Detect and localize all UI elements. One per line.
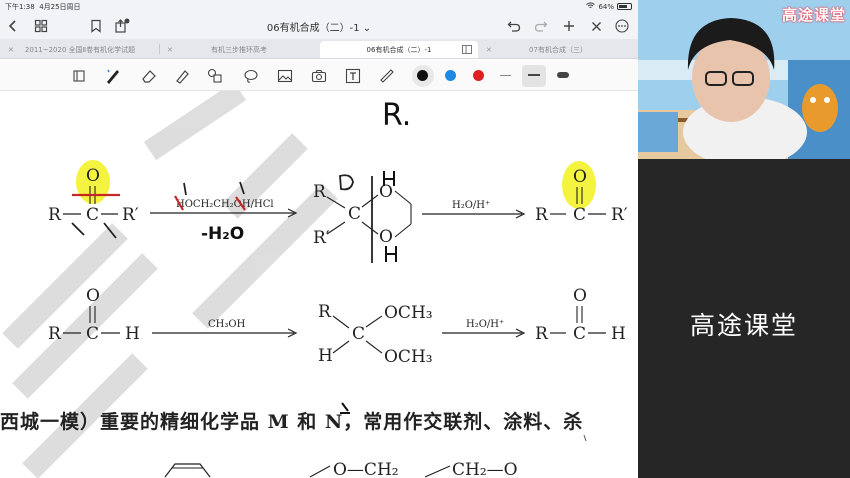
ink-H-bottom: [385, 246, 397, 262]
tab-item-active[interactable]: 06有机合成（二）-1: [320, 41, 478, 58]
more-icon[interactable]: [613, 17, 631, 35]
highlighter-icon[interactable]: [172, 66, 192, 86]
question-text: 西城一模）重要的精细化学品 M 和 N，常用作交联剂、涂料、杀: [0, 411, 584, 433]
image-icon[interactable]: [275, 66, 295, 86]
wifi-icon: [586, 2, 596, 11]
back-icon[interactable]: [4, 17, 22, 35]
ink-bond-right: [103, 222, 117, 239]
color-swatch-black[interactable]: [417, 70, 428, 81]
status-date: 4月25日周日: [39, 3, 81, 11]
shapes-icon[interactable]: [205, 66, 225, 86]
ruler-icon[interactable]: [377, 66, 397, 86]
document-title[interactable]: 06有机合成（二）-1 ⌄: [267, 23, 371, 34]
stroke-medium-selected-bg: [522, 65, 546, 87]
share-icon[interactable]: [113, 17, 131, 35]
chevron-down-icon: ⌄: [362, 23, 372, 34]
video-logo: 高途课堂: [781, 6, 846, 24]
color-swatch-blue[interactable]: [445, 70, 456, 81]
camera-icon[interactable]: [309, 66, 329, 86]
tab-divider: [159, 44, 160, 54]
notes-app: 下午1:38 4月25日周日 64% 06有机合成（二）-1 ⌄ ✕ 2011~…: [0, 0, 638, 478]
ink-strike-h1: [174, 195, 184, 211]
ink-H-top: [383, 171, 395, 186]
eraser-icon[interactable]: [139, 66, 159, 86]
ink-bond-left: [71, 222, 85, 236]
document-page[interactable]: R C R′ O HOCH₂CH₂OH/HCl R R′ C O O H₂O/H…: [0, 91, 638, 478]
tab-close-icon[interactable]: ✕: [8, 46, 14, 54]
pen-icon[interactable]: [103, 66, 123, 86]
nav-bar: 06有机合成（二）-1 ⌄: [0, 12, 638, 39]
drawing-toolbar: [0, 60, 638, 91]
mascot-icon: [802, 84, 838, 132]
tab-item[interactable]: ✕ 有机三步推环高考: [161, 41, 317, 58]
stroke-thin-option[interactable]: [500, 75, 511, 76]
add-page-icon[interactable]: [560, 17, 578, 35]
color-swatch-red[interactable]: [473, 70, 484, 81]
tab-item[interactable]: ✕ 07有机合成（三）: [480, 41, 636, 58]
ink-top-R: R.: [382, 98, 411, 133]
battery-percent: 64%: [598, 2, 614, 11]
redo-icon[interactable]: [532, 17, 550, 35]
tab-options-icon[interactable]: [462, 45, 472, 56]
status-time: 下午1:38: [5, 3, 35, 11]
battery-icon: [617, 3, 632, 10]
tab-bar: ✕ 2011~2020 全国Ⅱ卷有机化学试题 ✕ 有机三步推环高考 06有机合成…: [0, 39, 638, 59]
lasso-icon[interactable]: [241, 66, 261, 86]
teacher-video: 高途课堂: [638, 0, 850, 159]
ink-strike-h2: [235, 196, 246, 211]
tab-close-icon[interactable]: ✕: [167, 46, 173, 54]
page-icon[interactable]: [69, 66, 89, 86]
grid-icon[interactable]: [32, 17, 50, 35]
close-icon[interactable]: [587, 17, 605, 35]
bookmark-icon[interactable]: [87, 17, 105, 35]
textbox-icon[interactable]: [343, 66, 363, 86]
tab-item[interactable]: ✕ 2011~2020 全国Ⅱ卷有机化学试题: [2, 41, 158, 58]
tab-close-icon[interactable]: ✕: [486, 46, 492, 54]
undo-icon[interactable]: [505, 17, 523, 35]
ink-minus-h2o: -H₂O: [201, 224, 244, 244]
status-bar: 下午1:38 4月25日周日 64%: [0, 0, 638, 12]
stroke-medium-option[interactable]: [528, 74, 540, 76]
cursor-mark: [583, 434, 587, 442]
stroke-thick-option[interactable]: [557, 72, 569, 78]
brand-name: 高途课堂: [689, 311, 798, 340]
brand-panel: 高途课堂: [638, 159, 850, 478]
